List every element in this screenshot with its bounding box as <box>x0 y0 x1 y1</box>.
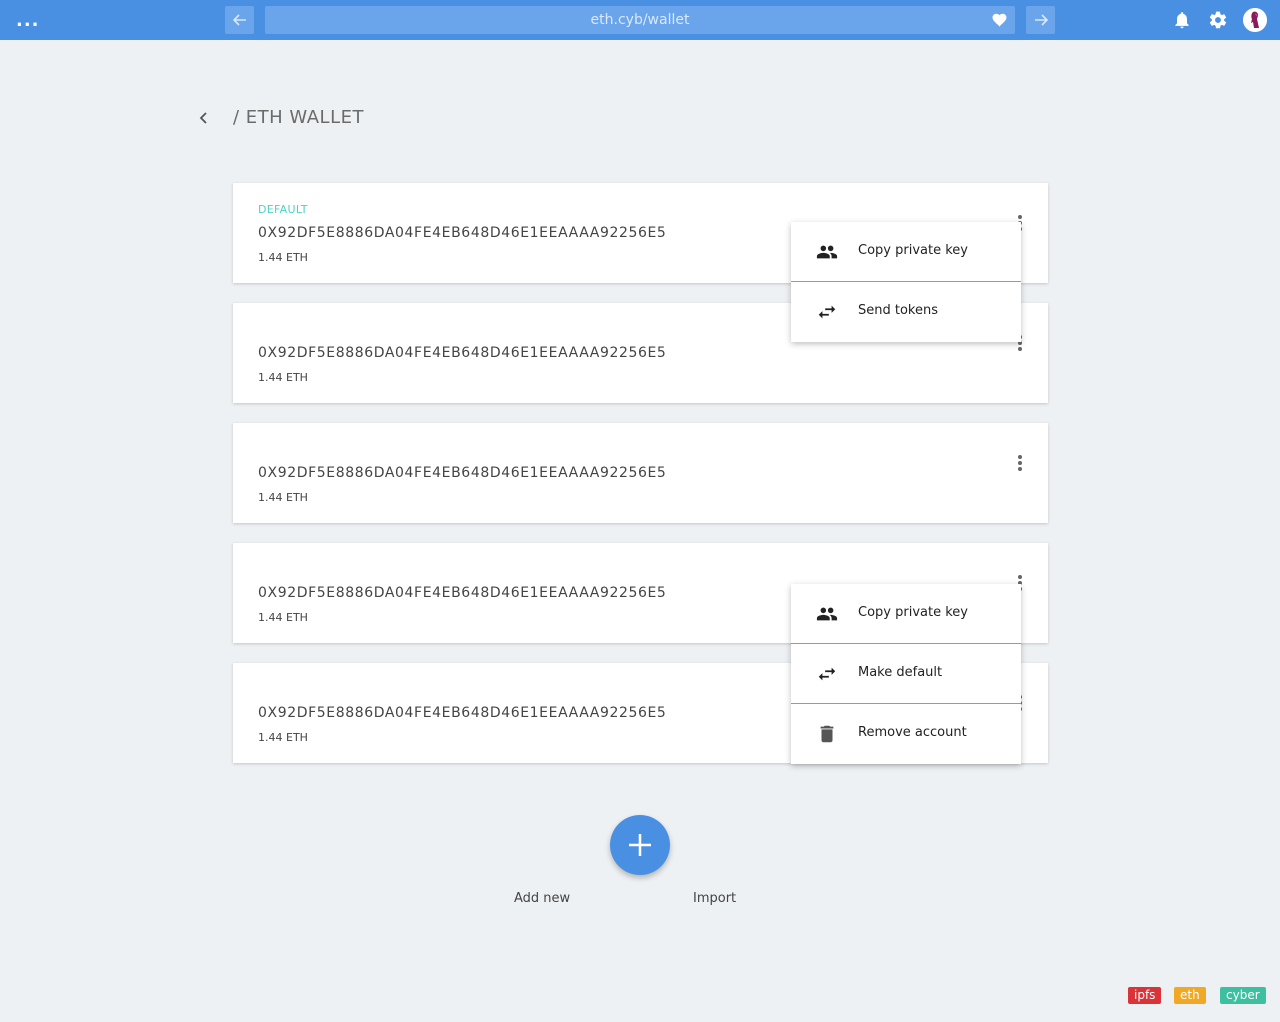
swap-arrows-icon <box>818 305 836 319</box>
swap-arrows-icon <box>818 667 836 681</box>
account-address: 0X92DF5E8886DA04FE4EB648D46E1EEAAAA92256… <box>258 225 667 241</box>
more-menu-button[interactable]: ... <box>16 12 39 30</box>
heart-icon[interactable] <box>991 11 1009 29</box>
avatar[interactable] <box>1243 8 1267 32</box>
add-new-button[interactable]: Add new <box>514 891 570 906</box>
address-bar[interactable]: eth.cyb/wallet <box>265 6 1015 34</box>
account-balance: 1.44 ETH <box>258 251 308 264</box>
arrow-right-icon <box>1034 14 1048 26</box>
ipfs-tag[interactable]: ipfs <box>1128 987 1162 1004</box>
url-text: eth.cyb/wallet <box>590 12 690 28</box>
account-card: 0X92DF5E8886DA04FE4EB648D46E1EEAAAA92256… <box>233 423 1048 523</box>
plus-icon <box>629 834 651 856</box>
eth-tag[interactable]: eth <box>1174 987 1206 1004</box>
forward-button[interactable] <box>1026 6 1055 34</box>
menu-item-label: Send tokens <box>858 303 938 318</box>
menu-item-copy-private-key[interactable]: Copy private key <box>791 222 1021 282</box>
menu-item-label: Make default <box>858 665 943 680</box>
menu-item-copy-private-key[interactable]: Copy private key <box>791 584 1021 644</box>
add-account-button[interactable] <box>610 815 670 875</box>
account-balance: 1.44 ETH <box>258 611 308 624</box>
arrow-left-icon <box>232 14 246 26</box>
people-icon <box>816 245 838 259</box>
people-icon <box>816 607 838 621</box>
bell-icon[interactable] <box>1172 10 1192 30</box>
top-bar: ... eth.cyb/wallet <box>0 0 1280 40</box>
menu-item-make-default[interactable]: Make default <box>791 644 1021 704</box>
menu-item-label: Copy private key <box>858 243 968 258</box>
page-title: / ETH WALLET <box>233 107 364 128</box>
trash-icon <box>820 725 834 743</box>
more-vert-icon[interactable] <box>1016 455 1024 473</box>
account-address: 0X92DF5E8886DA04FE4EB648D46E1EEAAAA92256… <box>258 585 667 601</box>
account-balance: 1.44 ETH <box>258 491 308 504</box>
account-balance: 1.44 ETH <box>258 731 308 744</box>
account-address: 0X92DF5E8886DA04FE4EB648D46E1EEAAAA92256… <box>258 465 667 481</box>
account-context-menu: Copy private key Send tokens <box>791 222 1021 342</box>
account-context-menu: Copy private key Make default Remove acc… <box>791 584 1021 764</box>
avatar-image <box>1243 8 1267 32</box>
gear-icon[interactable] <box>1208 10 1228 30</box>
account-address: 0X92DF5E8886DA04FE4EB648D46E1EEAAAA92256… <box>258 705 667 721</box>
back-button[interactable] <box>225 6 254 34</box>
default-badge: DEFAULT <box>258 203 308 216</box>
account-balance: 1.44 ETH <box>258 371 308 384</box>
import-button[interactable]: Import <box>693 891 736 906</box>
cyber-tag[interactable]: cyber <box>1220 987 1266 1004</box>
chevron-left-icon[interactable] <box>196 110 212 126</box>
account-address: 0X92DF5E8886DA04FE4EB648D46E1EEAAAA92256… <box>258 345 667 361</box>
menu-item-label: Copy private key <box>858 605 968 620</box>
menu-item-remove-account[interactable]: Remove account <box>791 704 1021 764</box>
menu-item-label: Remove account <box>858 725 967 740</box>
menu-item-send-tokens[interactable]: Send tokens <box>791 282 1021 342</box>
